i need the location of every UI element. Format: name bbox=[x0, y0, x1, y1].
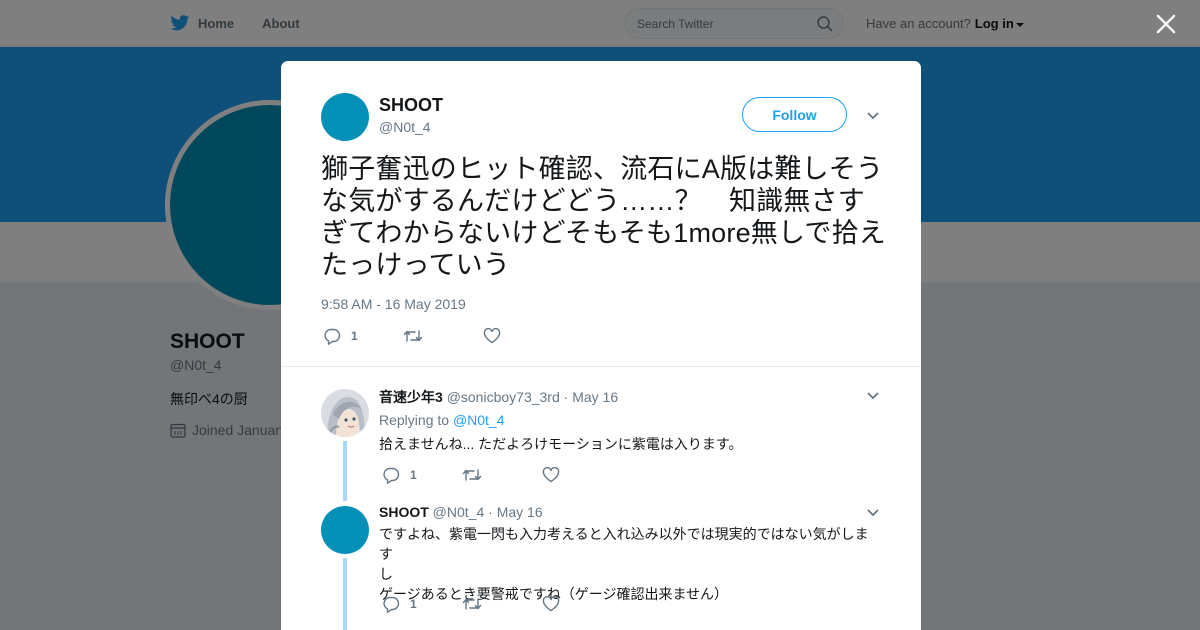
close-icon[interactable] bbox=[1154, 12, 1178, 36]
reply-count: 1 bbox=[410, 468, 417, 482]
divider bbox=[281, 366, 921, 367]
thread-line bbox=[343, 441, 347, 501]
heart-icon bbox=[542, 596, 560, 612]
reply-header: 音速少年3 @sonicboy73_3rd · May 16 bbox=[379, 387, 618, 407]
chevron-down-icon[interactable] bbox=[866, 508, 880, 518]
reply-text: ですよね、紫電一閃も入力考えると入れ込み以外では現実的ではない気がします し ゲ… bbox=[379, 524, 879, 604]
reply-actions: 1 bbox=[382, 595, 580, 613]
like-button[interactable] bbox=[542, 596, 580, 612]
chevron-down-icon[interactable] bbox=[866, 391, 880, 401]
retweet-button[interactable] bbox=[462, 467, 542, 483]
chevron-down-icon[interactable] bbox=[866, 111, 880, 121]
reply-text-line: し bbox=[379, 566, 393, 582]
tweet-author-handle[interactable]: @N0t_4 bbox=[379, 119, 431, 135]
reply-author-avatar[interactable] bbox=[321, 506, 369, 554]
reply-icon bbox=[324, 328, 341, 345]
replying-to-prefix: Replying to bbox=[379, 412, 450, 428]
tweet-timestamp[interactable]: 9:58 AM - 16 May 2019 bbox=[321, 296, 466, 312]
reply-author-name[interactable]: SHOOT bbox=[379, 504, 429, 520]
reply-button[interactable]: 1 bbox=[382, 595, 462, 613]
retweet-button[interactable] bbox=[403, 328, 483, 344]
reply-icon bbox=[383, 596, 400, 613]
tweet-author-name[interactable]: SHOOT bbox=[379, 95, 443, 116]
tweet-actions: 1 bbox=[323, 327, 521, 345]
tweet-text: 獅子奮迅のヒット確認、流石にA版は難しそうな気がするんだけどどう……？ 知識無さ… bbox=[321, 154, 886, 280]
like-button[interactable] bbox=[542, 467, 580, 483]
retweet-icon bbox=[462, 598, 482, 610]
heart-icon bbox=[483, 328, 501, 344]
reply-button[interactable]: 1 bbox=[323, 327, 403, 345]
reply-date[interactable]: · May 16 bbox=[488, 504, 542, 520]
reply-text: 拾えませんね... ただよろけモーションに紫電は入ります。 bbox=[379, 436, 743, 452]
reply-author-name[interactable]: 音速少年3 bbox=[379, 389, 443, 405]
follow-button[interactable]: Follow bbox=[742, 97, 847, 132]
reply-icon bbox=[383, 467, 400, 484]
reply-author-avatar[interactable] bbox=[321, 389, 369, 437]
replying-to: Replying to @N0t_4 bbox=[379, 412, 505, 428]
reply-author-handle[interactable]: @sonicboy73_3rd bbox=[447, 389, 560, 405]
tweet-author-avatar[interactable] bbox=[321, 93, 369, 141]
anime-avatar-image bbox=[321, 389, 369, 437]
retweet-icon bbox=[462, 469, 482, 481]
reply-count: 1 bbox=[410, 597, 417, 611]
retweet-icon bbox=[403, 330, 423, 342]
reply-date[interactable]: · May 16 bbox=[564, 389, 618, 405]
reply-button[interactable]: 1 bbox=[382, 466, 462, 484]
reply-count: 1 bbox=[351, 329, 358, 343]
reply-author-handle[interactable]: @N0t_4 bbox=[433, 504, 485, 520]
thread-line bbox=[343, 558, 347, 630]
reply-text-line: ですよね、紫電一閃も入力考えると入れ込み以外では現実的ではない気がします bbox=[379, 526, 869, 562]
replying-to-link[interactable]: @N0t_4 bbox=[453, 412, 505, 428]
retweet-button[interactable] bbox=[462, 596, 542, 612]
reply-header: SHOOT @N0t_4 · May 16 bbox=[379, 504, 543, 520]
heart-icon bbox=[542, 467, 560, 483]
tweet-modal: SHOOT @N0t_4 Follow 獅子奮迅のヒット確認、流石にA版は難しそ… bbox=[281, 61, 921, 630]
reply-actions: 1 bbox=[382, 466, 580, 484]
like-button[interactable] bbox=[483, 328, 521, 344]
